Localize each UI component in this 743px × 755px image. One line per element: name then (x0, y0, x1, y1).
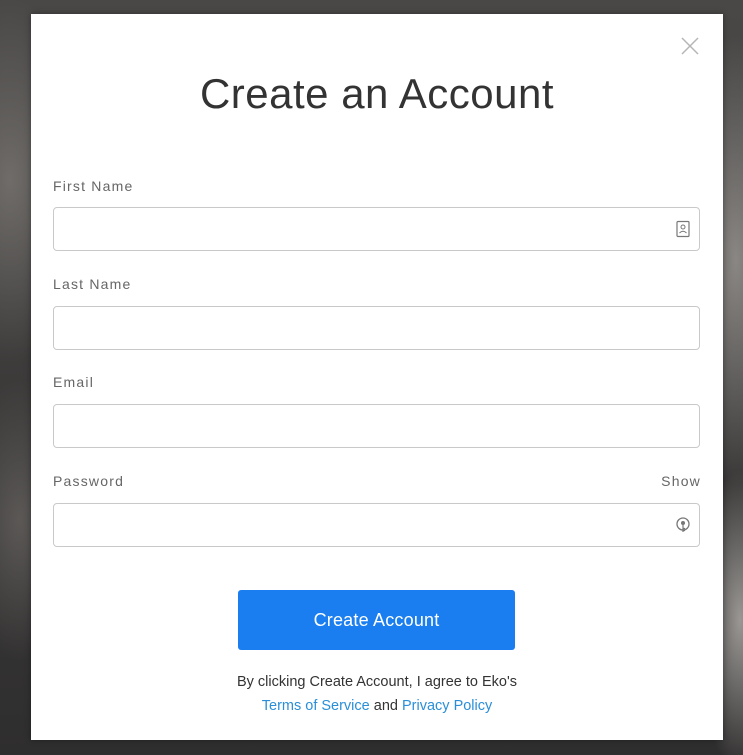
privacy-policy-link[interactable]: Privacy Policy (402, 698, 492, 714)
close-icon (681, 37, 699, 55)
email-label: Email (53, 374, 95, 390)
password-label: Password (53, 473, 125, 489)
first-name-label: First Name (53, 178, 134, 194)
last-name-input[interactable] (53, 306, 700, 350)
legal-notice: By clicking Create Account, I agree to E… (31, 670, 723, 718)
create-account-button[interactable]: Create Account (238, 590, 515, 650)
terms-of-service-link[interactable]: Terms of Service (262, 698, 370, 714)
password-input[interactable] (53, 503, 700, 547)
legal-notice-text: By clicking Create Account, I agree to E… (236, 674, 518, 690)
email-input[interactable] (53, 404, 700, 448)
password-key-icon[interactable] (675, 516, 691, 534)
first-name-input[interactable] (53, 207, 700, 251)
page-title: Create an Account (199, 70, 555, 117)
legal-and-text: and (373, 698, 398, 714)
show-password-toggle[interactable]: Show (661, 473, 701, 489)
last-name-label: Last Name (53, 276, 132, 292)
create-account-modal: Create an Account First Name Last Name E… (31, 14, 723, 740)
close-button[interactable] (678, 34, 702, 58)
contact-card-icon[interactable] (675, 220, 691, 238)
legal-links-line: Terms of Service and Privacy Policy (31, 694, 723, 718)
